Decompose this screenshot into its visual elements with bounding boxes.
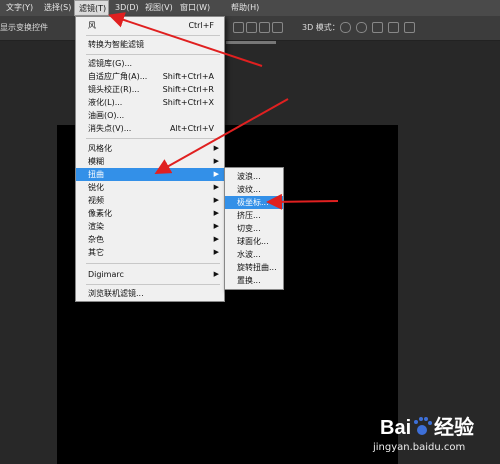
- watermark-url: jingyan.baidu.com: [373, 442, 466, 453]
- annotation-arrow: [108, 12, 263, 67]
- baidu-paw-icon: Bai 经验: [380, 415, 474, 439]
- svg-text:经验: 经验: [434, 415, 474, 439]
- annotation-arrow: [266, 193, 339, 210]
- svg-text:Bai: Bai: [380, 417, 411, 439]
- annotation-arrow: [154, 98, 289, 174]
- annotation-arrows: [108, 12, 339, 210]
- baidu-watermark-logo: Bai 经验: [380, 414, 490, 444]
